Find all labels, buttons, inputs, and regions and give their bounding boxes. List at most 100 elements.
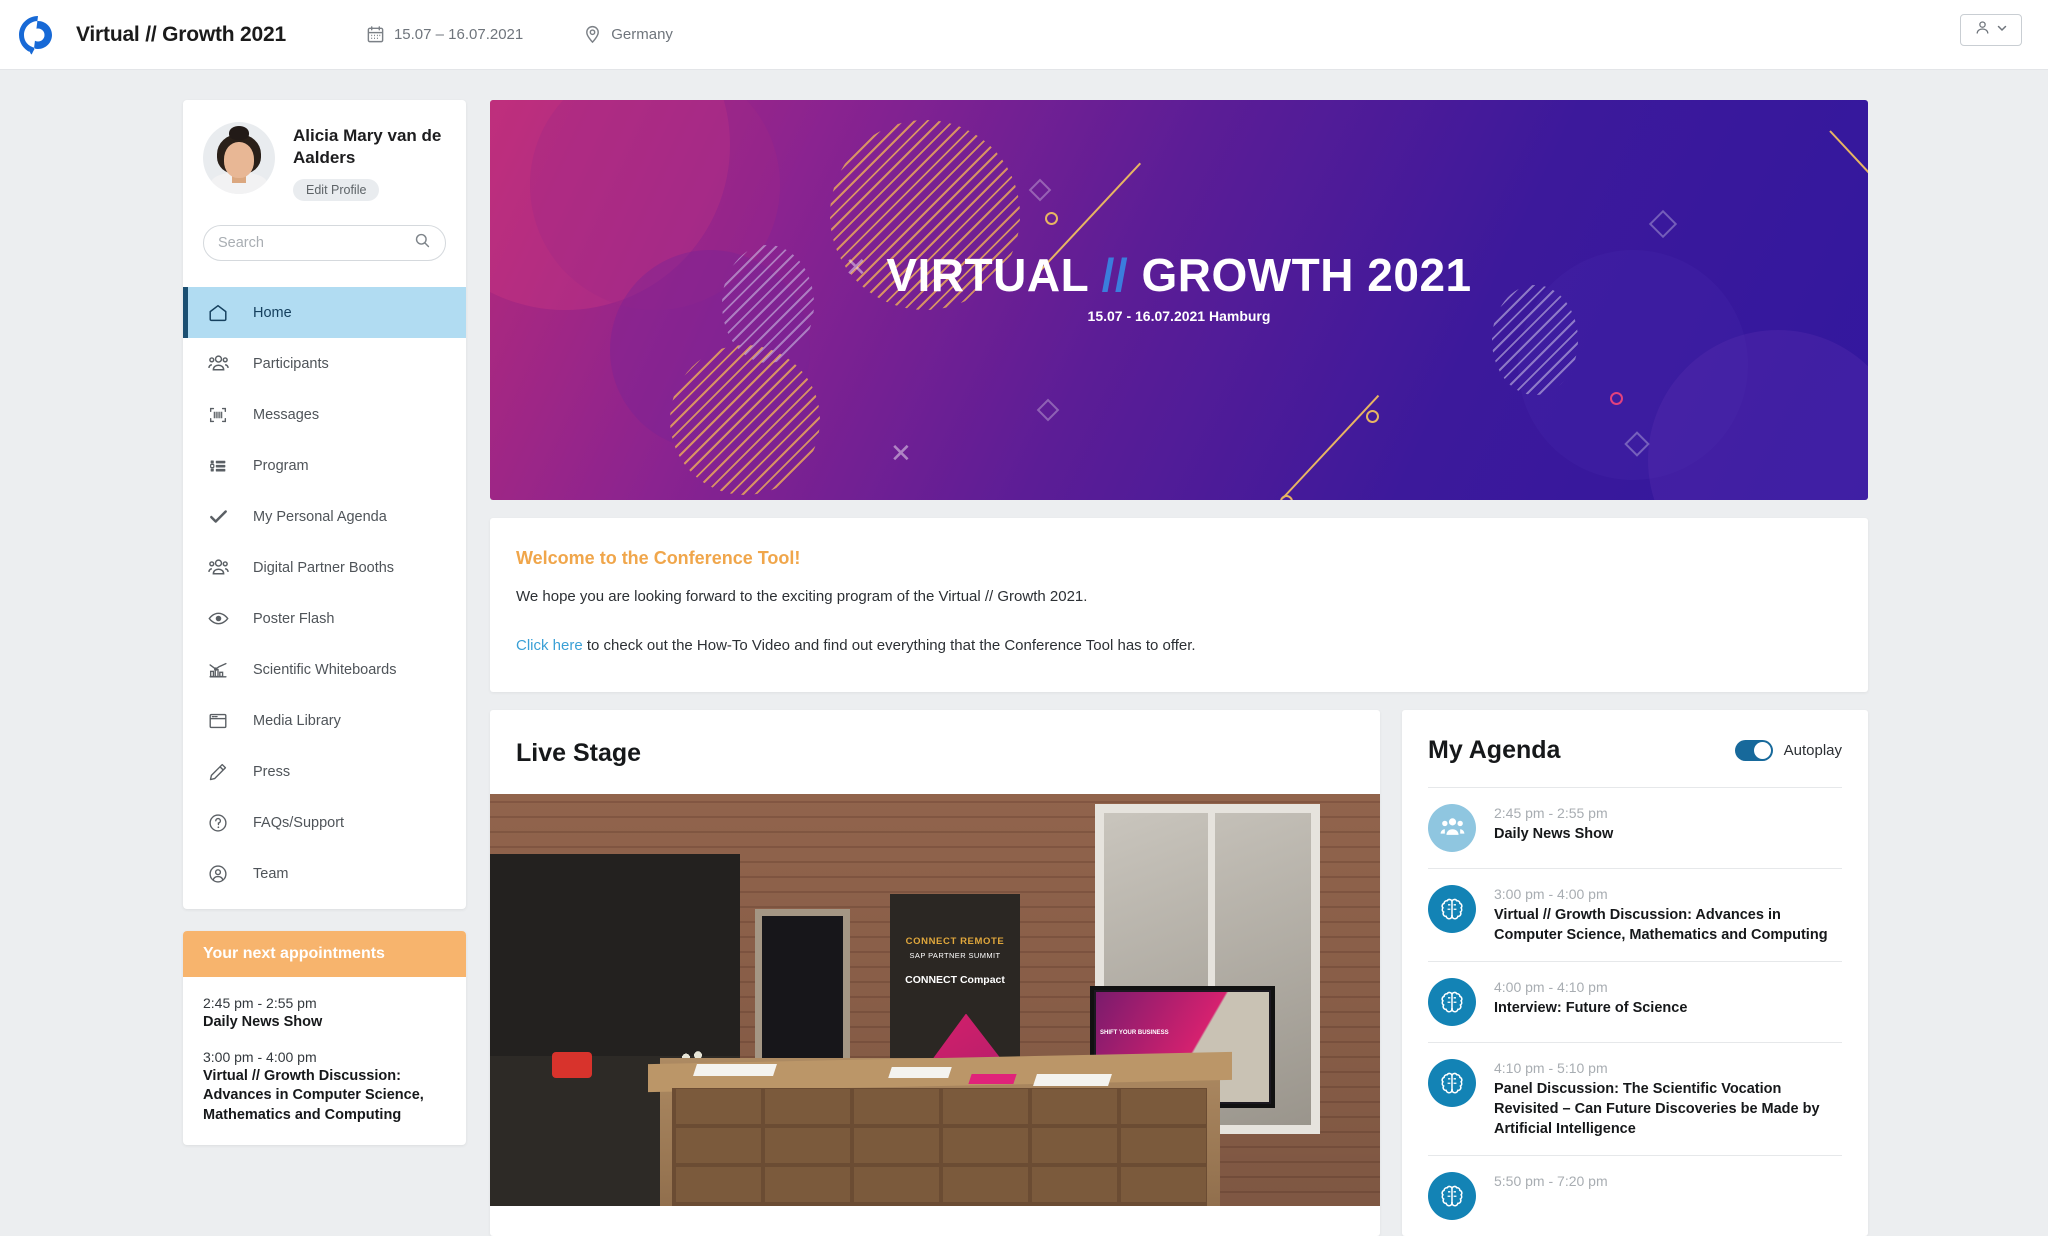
sidebar-item-label: Media Library	[253, 712, 341, 729]
agenda-item-title: Interview: Future of Science	[1494, 999, 1688, 1016]
sidebar-item-team[interactable]: Team	[183, 848, 466, 899]
window-icon	[205, 708, 231, 734]
pencil-icon	[205, 759, 231, 785]
chart-bar-icon	[205, 657, 231, 683]
sidebar-main-card: Alicia Mary van de Aalders Edit Profile …	[183, 100, 466, 910]
agenda-item-title: Panel Discussion: The Scientific Vocatio…	[1494, 1080, 1820, 1137]
people-group-icon	[1428, 803, 1476, 852]
sidebar-item-label: My Personal Agenda	[253, 508, 387, 525]
how-to-video-link[interactable]: Click here	[516, 637, 583, 654]
appointment-item[interactable]: 2:45 pm - 2:55 pm Daily News Show	[203, 995, 446, 1033]
chevron-down-icon	[1996, 21, 2008, 39]
lower-section: Live Stage CONNECT REMOTE SAP PARTNER SU…	[490, 709, 1868, 1236]
agenda-item[interactable]: 3:00 pm - 4:00 pm Virtual // Growth Disc…	[1428, 867, 1842, 961]
event-date: 15.07 – 16.07.2021	[393, 26, 524, 43]
agenda-item-time: 4:10 pm - 5:10 pm	[1494, 1059, 1608, 1076]
sidebar-item-label: Program	[253, 457, 309, 474]
sidebar-item-label: Participants	[253, 355, 329, 372]
next-appointments-card: Your next appointments 2:45 pm - 2:55 pm…	[183, 931, 466, 1146]
next-appointments-title: Your next appointments	[183, 931, 466, 978]
event-location: Germany	[611, 26, 673, 43]
agenda-item-time: 3:00 pm - 4:00 pm	[1494, 885, 1608, 902]
home-icon	[205, 300, 231, 326]
sidebar-item-label: FAQs/Support	[253, 814, 345, 831]
autoplay-toggle[interactable]: Autoplay	[1734, 739, 1842, 761]
brand-title: Virtual // Growth 2021	[76, 22, 286, 46]
agenda-item[interactable]: 5:50 pm - 7:20 pm	[1428, 1154, 1842, 1236]
tv-screen-text: SHIFT YOUR BUSINESS	[1100, 1029, 1169, 1036]
avatar[interactable]	[203, 122, 275, 194]
autoplay-label: Autoplay	[1783, 741, 1842, 759]
live-stage-photo[interactable]: CONNECT REMOTE SAP PARTNER SUMMIT CONNEC…	[490, 793, 1380, 1206]
sidebar-item-my-personal-agenda[interactable]: My Personal Agenda	[183, 491, 466, 542]
user-menu-button[interactable]	[1960, 14, 2022, 46]
welcome-card: Welcome to the Conference Tool! We hope …	[490, 518, 1868, 692]
brain-icon	[1428, 1171, 1476, 1220]
banner-line-3: CONNECT Compact	[905, 973, 1005, 986]
search-input[interactable]	[218, 235, 414, 252]
people-group-icon	[205, 351, 231, 377]
sidebar-item-label: Press	[253, 763, 291, 780]
agenda-item[interactable]: 4:00 pm - 4:10 pm Interview: Future of S…	[1428, 960, 1842, 1042]
sidebar-item-program[interactable]: Program	[183, 440, 466, 491]
edit-profile-button[interactable]: Edit Profile	[293, 179, 380, 202]
top-bar: Virtual // Growth 2021 15.07 – 16.07.202…	[0, 0, 2048, 70]
barcode-scan-icon	[205, 402, 231, 428]
appointment-time: 3:00 pm - 4:00 pm	[203, 1048, 317, 1065]
profile-section: Alicia Mary van de Aalders Edit Profile	[183, 100, 466, 202]
sidebar-item-digital-partner-booths[interactable]: Digital Partner Booths	[183, 542, 466, 593]
main-content: ✕ ✕ ✕ ✕ VIRTUAL // GROWTH 2021 15.07 - 1…	[490, 100, 1868, 1236]
sidebar: Alicia Mary van de Aalders Edit Profile …	[183, 100, 466, 1146]
welcome-paragraph-2-rest: to check out the How-To Video and find o…	[582, 637, 1196, 655]
conference-logo-icon[interactable]	[14, 11, 62, 59]
list-icon	[205, 453, 231, 479]
sidebar-item-label: Home	[253, 304, 292, 321]
sidebar-item-messages[interactable]: Messages	[183, 389, 466, 440]
appointment-item[interactable]: 3:00 pm - 4:00 pm Virtual // Growth Disc…	[203, 1049, 446, 1126]
welcome-title: Welcome to the Conference Tool!	[516, 548, 801, 568]
live-stage-card: Live Stage CONNECT REMOTE SAP PARTNER SU…	[490, 709, 1380, 1236]
sidebar-item-press[interactable]: Press	[183, 746, 466, 797]
welcome-paragraph-2: Click here to check out the How-To Video…	[516, 634, 1842, 657]
search-icon[interactable]	[414, 232, 431, 254]
agenda-item-time: 2:45 pm - 2:55 pm	[1494, 804, 1608, 821]
calendar-icon	[366, 25, 385, 44]
user-icon	[1974, 19, 1991, 41]
sidebar-item-participants[interactable]: Participants	[183, 338, 466, 389]
hero-title-part1: VIRTUAL	[886, 249, 1089, 301]
banner-line-2: SAP PARTNER SUMMIT	[909, 950, 1001, 960]
agenda-item-title: Virtual // Growth Discussion: Advances i…	[1494, 906, 1828, 943]
brain-icon	[1428, 884, 1476, 933]
profile-name: Alicia Mary van de Aalders	[293, 126, 442, 168]
sidebar-item-media-library[interactable]: Media Library	[183, 695, 466, 746]
hero-title-slash: //	[1101, 249, 1129, 301]
banner-line-1: CONNECT REMOTE	[905, 935, 1005, 947]
sidebar-item-label: Messages	[253, 406, 320, 423]
sidebar-item-faqs-support[interactable]: FAQs/Support	[183, 797, 466, 848]
my-agenda-title: My Agenda	[1428, 735, 1561, 764]
sidebar-item-scientific-whiteboards[interactable]: Scientific Whiteboards	[183, 644, 466, 695]
agenda-item[interactable]: 2:45 pm - 2:55 pm Daily News Show	[1428, 786, 1842, 868]
brain-icon	[1428, 1058, 1476, 1107]
hero-title: VIRTUAL // GROWTH 2021	[490, 248, 1868, 302]
agenda-item[interactable]: 4:10 pm - 5:10 pm Panel Discussion: The …	[1428, 1041, 1842, 1155]
sidebar-item-label: Poster Flash	[253, 610, 335, 627]
location-pin-icon	[583, 25, 602, 44]
people-group-icon	[205, 555, 231, 581]
user-circle-icon	[205, 861, 231, 887]
welcome-paragraph-1: We hope you are looking forward to the e…	[516, 588, 1088, 605]
sidebar-item-poster-flash[interactable]: Poster Flash	[183, 593, 466, 644]
question-circle-icon	[205, 810, 231, 836]
autoplay-switch[interactable]	[1734, 739, 1773, 761]
brain-icon	[1428, 977, 1476, 1026]
live-stage-title: Live Stage	[516, 738, 642, 767]
search-box[interactable]	[203, 225, 446, 262]
agenda-item-title: Daily News Show	[1494, 825, 1614, 842]
sidebar-item-home[interactable]: Home	[183, 287, 466, 339]
appointment-title: Daily News Show	[203, 1014, 323, 1031]
sidebar-item-label: Team	[253, 865, 289, 882]
appointment-time: 2:45 pm - 2:55 pm	[203, 995, 317, 1012]
agenda-item-time: 5:50 pm - 7:20 pm	[1494, 1172, 1608, 1189]
event-location-group: Germany	[583, 25, 673, 44]
appointment-title: Virtual // Growth Discussion: Advances i…	[203, 1067, 424, 1123]
